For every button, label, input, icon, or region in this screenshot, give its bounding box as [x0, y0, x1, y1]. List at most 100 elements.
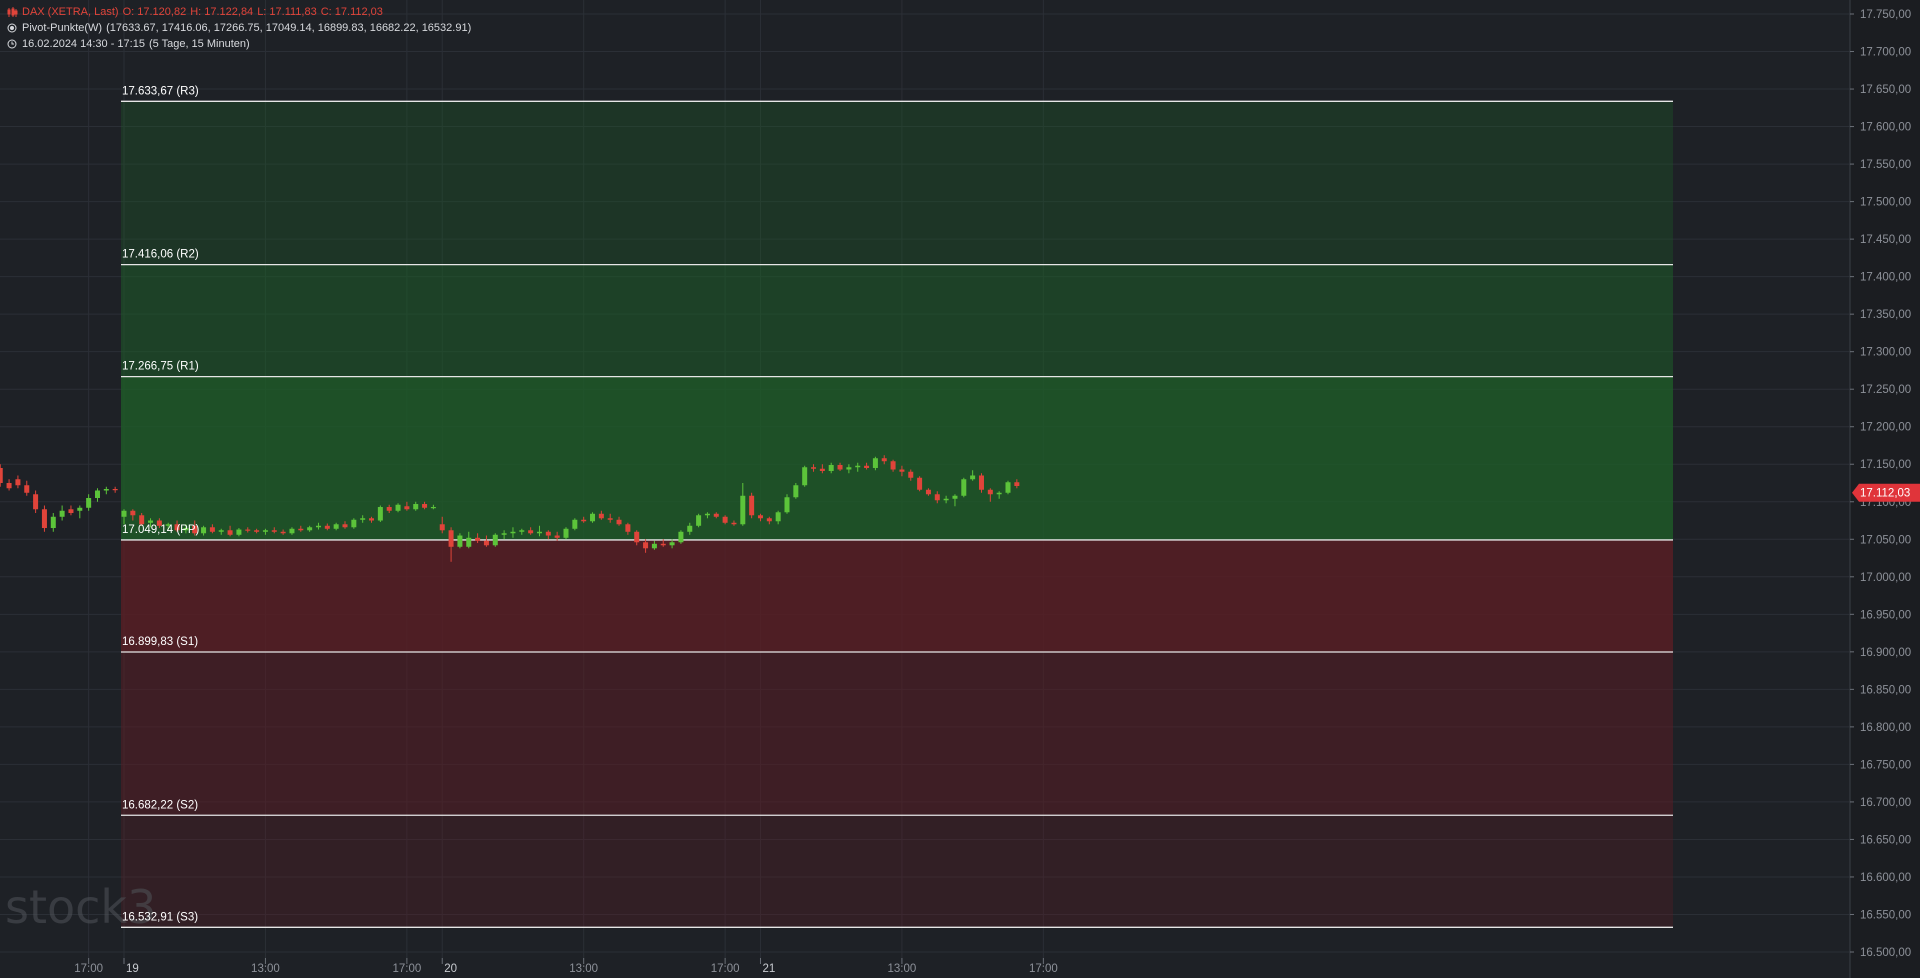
current-price-label: 17.112,03 — [1860, 488, 1910, 500]
candle-body — [492, 534, 498, 546]
candle-body — [1005, 482, 1011, 493]
candle-body — [616, 519, 622, 525]
pivot-label-r1: 17.266,75 (R1) — [122, 361, 199, 373]
candle-body — [890, 461, 896, 470]
indicator-name: Pivot-Punkte(W) — [22, 22, 103, 34]
candle-body — [819, 468, 825, 471]
price-tick-label: 17.050,00 — [1860, 534, 1911, 546]
candle-body — [519, 530, 525, 532]
pivot-zone — [121, 264, 1673, 377]
pivot-label-s3: 16.532,91 (S3) — [122, 911, 198, 923]
candle-body — [298, 528, 304, 531]
candle-body — [333, 524, 339, 529]
candle-body — [864, 465, 870, 468]
candle-body — [86, 498, 92, 508]
candle-body — [50, 516, 56, 529]
candle-body — [554, 535, 560, 538]
price-tick-label: 16.550,00 — [1860, 909, 1911, 921]
pivot-zone — [121, 815, 1673, 928]
candle-body — [289, 528, 295, 534]
candle-body — [395, 504, 401, 511]
candle — [961, 477, 967, 498]
candle — [1005, 480, 1011, 495]
instrument-legend[interactable]: DAX (XETRA, Last) O: 17.120,82 H: 17.122… — [6, 6, 383, 18]
indicator-legend[interactable]: Pivot-Punkte(W) (17633.67, 17416.06, 172… — [6, 22, 471, 34]
candle-body — [501, 533, 507, 535]
candle-body — [793, 485, 799, 498]
candle — [749, 492, 755, 519]
candle-body — [448, 530, 454, 547]
candle-body — [386, 507, 392, 511]
current-price-tag: 17.112,03 — [1852, 483, 1920, 502]
candle-body — [643, 542, 649, 549]
time-tick-label: 17:00 — [392, 963, 421, 975]
candle-body — [369, 518, 375, 521]
candle-body — [837, 464, 843, 470]
candle-body — [377, 507, 383, 521]
price-tick-label: 16.900,00 — [1860, 647, 1911, 659]
candle-body — [351, 519, 357, 528]
candle-body — [855, 465, 861, 468]
candle — [917, 476, 923, 492]
price-tick-label: 16.850,00 — [1860, 684, 1911, 696]
pivot-zones — [121, 101, 1673, 928]
candle-body — [139, 515, 145, 525]
price-tick-label: 17.000,00 — [1860, 572, 1911, 584]
price-tick-label: 16.800,00 — [1860, 722, 1911, 734]
candle-body — [811, 467, 817, 469]
candle-body — [572, 519, 578, 529]
time-tick-label: 19 — [126, 963, 139, 975]
candle-body — [41, 509, 47, 529]
candle-body — [483, 540, 489, 546]
candle-body — [536, 531, 542, 534]
candle-body — [775, 512, 781, 522]
candle-body — [961, 479, 967, 496]
candle-body — [590, 513, 596, 522]
candle-body — [94, 490, 100, 499]
price-tick-label: 17.300,00 — [1860, 347, 1911, 359]
ohlc-low: L: 17.111,83 — [257, 6, 317, 18]
time-tick-label: 13:00 — [569, 963, 598, 975]
time-tick-label: 17:00 — [74, 963, 103, 975]
candle-body — [846, 467, 852, 470]
candle-body — [545, 531, 551, 536]
candle — [572, 518, 578, 531]
candlestick-chart[interactable]: stock3 17.633,67 (R3) 17.416,06 (R2) 17.26… — [0, 0, 1920, 978]
price-tick-label: 16.700,00 — [1860, 797, 1911, 809]
price-tick-label: 16.500,00 — [1860, 947, 1911, 959]
pivot-zone — [121, 376, 1673, 540]
price-tick-label: 17.750,00 — [1860, 9, 1911, 21]
candle-body — [6, 483, 12, 489]
price-tick-label: 17.500,00 — [1860, 197, 1911, 209]
candle-body — [757, 515, 763, 519]
candle-body — [148, 520, 154, 523]
ohlc-close: C: 17.112,03 — [320, 6, 383, 18]
candle-body — [908, 471, 914, 478]
candle — [590, 512, 596, 523]
instrument-name: DAX (XETRA, Last) — [22, 6, 119, 18]
candle-body — [271, 530, 277, 532]
candle — [457, 533, 463, 549]
candle-body — [581, 519, 587, 522]
price-tick-label: 16.600,00 — [1860, 872, 1911, 884]
time-range: 16.02.2024 14:30 - 17:15 — [22, 38, 145, 50]
candle-body — [802, 467, 808, 486]
price-tick-label: 17.550,00 — [1860, 159, 1911, 171]
candle — [41, 505, 47, 532]
candle-body — [669, 542, 675, 546]
time-tick-label: 21 — [762, 963, 775, 975]
candle-body — [1014, 482, 1020, 487]
candle-body — [0, 467, 3, 483]
candle-body — [563, 528, 569, 538]
candle-body — [713, 513, 719, 517]
price-tick-label: 17.250,00 — [1860, 384, 1911, 396]
candle — [678, 530, 684, 544]
candle-body — [696, 515, 702, 526]
candle-body — [872, 458, 878, 468]
candlestick-icon — [6, 6, 18, 18]
candle-body — [651, 543, 657, 549]
candle-body — [917, 477, 923, 490]
candle-body — [749, 495, 755, 516]
candle-body — [360, 518, 366, 520]
candle-body — [722, 516, 728, 523]
